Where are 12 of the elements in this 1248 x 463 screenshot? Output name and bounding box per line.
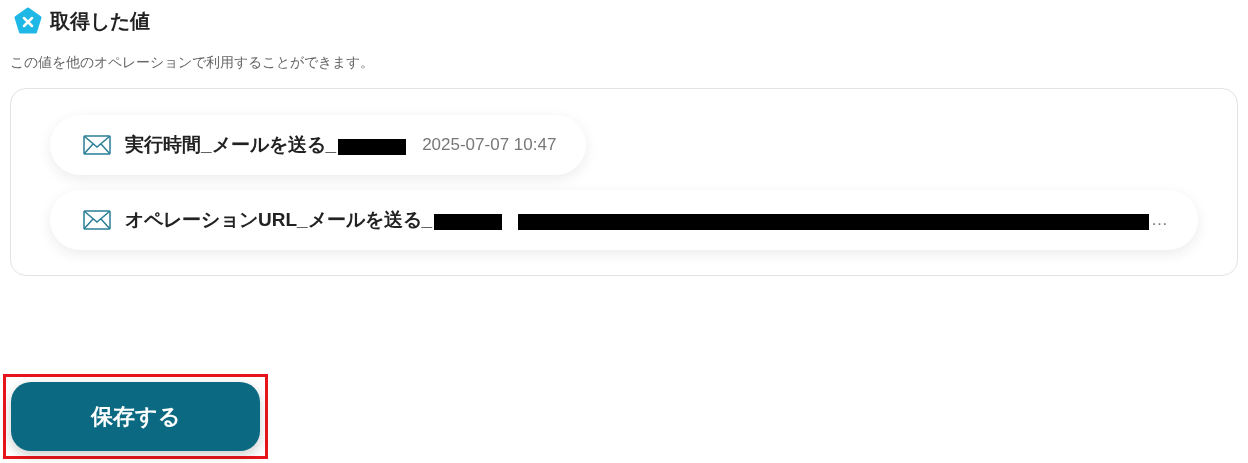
- logo-icon: [14, 7, 42, 35]
- section-description: この値を他のオペレーションで利用することができます。: [10, 53, 374, 72]
- value-chip[interactable]: 実行時間_メールを送る_ 2025-07-07 10:47: [50, 115, 587, 175]
- value-text: 2025-07-07 10:47: [422, 134, 557, 157]
- value-chip[interactable]: オペレーションURL_メールを送る_ …: [50, 190, 1198, 250]
- section-title: 取得した値: [50, 9, 150, 34]
- value-label: 実行時間_メールを送る_: [125, 132, 337, 157]
- value-label: オペレーションURL_メールを送る_: [125, 207, 433, 232]
- envelope-icon: [83, 210, 111, 230]
- envelope-icon: [83, 135, 111, 155]
- value-text: …: [1151, 209, 1168, 232]
- save-button[interactable]: 保存する: [11, 382, 260, 451]
